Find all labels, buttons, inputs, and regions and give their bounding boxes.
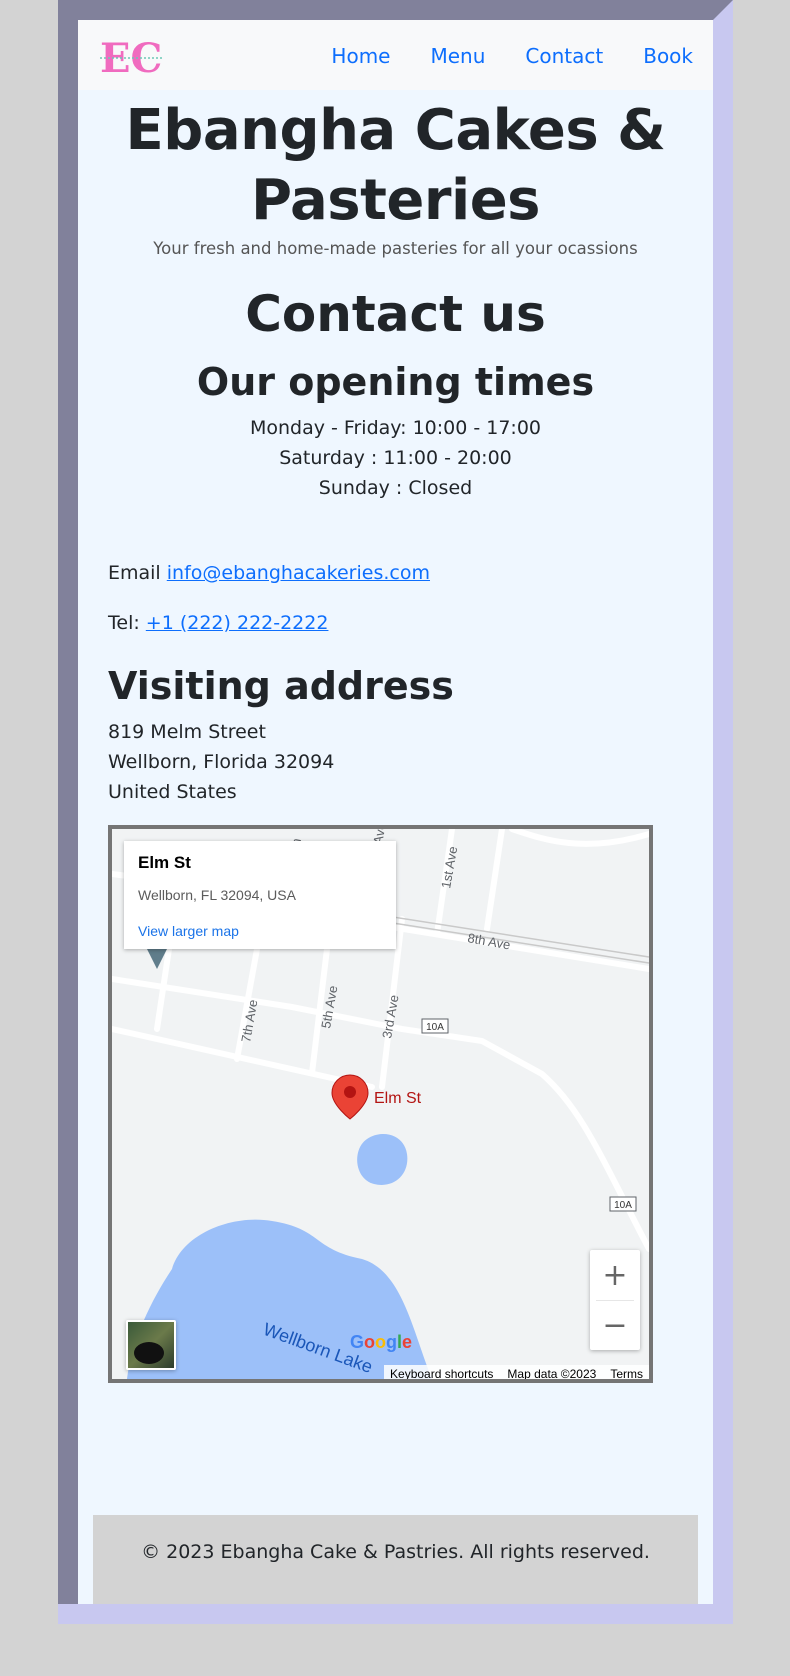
map-data-text: Map data ©2023 — [507, 1367, 597, 1381]
map-info-card: Elm St Wellborn, FL 32094, USA View larg… — [124, 841, 396, 949]
navbar: EC Home Menu Contact Book — [78, 20, 713, 90]
view-larger-map-link[interactable]: View larger map — [138, 923, 239, 939]
map-attribution: Keyboard shortcuts Map data ©2023 Terms — [384, 1365, 649, 1381]
google-letter-e: e — [402, 1332, 413, 1352]
tel-link[interactable]: +1 (222) 222-2222 — [146, 612, 329, 634]
nav-book-link[interactable]: Book — [643, 44, 693, 68]
map-embed[interactable]: 7th Ave 5th Ave 3rd Ave 1st Ave 8th Ave … — [108, 825, 653, 1383]
satellite-thumbnail-icon — [134, 1342, 164, 1364]
address-country: United States — [108, 781, 237, 803]
keyboard-shortcuts-link[interactable]: Keyboard shortcuts — [390, 1367, 493, 1379]
email-link[interactable]: info@ebanghacakeries.com — [167, 562, 430, 584]
frame-border-bottom — [58, 1604, 733, 1624]
footer-copyright: © 2023 Ebangha Cake & Pastries. All righ… — [141, 1541, 650, 1563]
nav-menu-link[interactable]: Menu — [430, 44, 485, 68]
pin-label: Elm St — [374, 1090, 422, 1107]
route-badge-10a-b: 10A — [609, 1196, 637, 1212]
opening-times-title: Our opening times — [196, 360, 595, 404]
address-street: 819 Melm Street — [108, 721, 266, 743]
logo-icon: EC — [100, 35, 164, 82]
address-city: Wellborn, Florida 32094 — [108, 751, 335, 773]
pond-shape — [357, 1134, 408, 1185]
route-badge-10a-a: 10A — [421, 1018, 449, 1034]
google-logo: Google — [350, 1332, 412, 1353]
google-letter-o2: o — [375, 1332, 387, 1352]
nav-contact-link[interactable]: Contact — [525, 44, 603, 68]
email-row: Email info@ebanghacakeries.com — [108, 560, 430, 586]
google-letter-g2: g — [386, 1332, 398, 1352]
frame-corner — [713, 0, 733, 20]
hours-saturday: Saturday : 11:00 - 20:00 — [279, 447, 512, 469]
tel-row: Tel: +1 (222) 222-2222 — [108, 610, 328, 636]
svg-text:10A: 10A — [614, 1200, 632, 1211]
visiting-address-title: Visiting address — [108, 664, 454, 708]
zoom-out-button[interactable]: − — [590, 1300, 640, 1350]
terms-link[interactable]: Terms — [610, 1367, 643, 1379]
google-letter-o1: o — [364, 1332, 376, 1352]
logo[interactable]: EC — [96, 34, 166, 82]
map-card-title: Elm St — [138, 853, 191, 872]
hours-weekdays: Monday - Friday: 10:00 - 17:00 — [249, 417, 542, 439]
google-letter-g: G — [350, 1332, 365, 1352]
frame-border-left — [58, 0, 78, 1624]
hours-sunday: Sunday : Closed — [318, 477, 473, 499]
tagline: Your fresh and home-made pasteries for a… — [153, 239, 638, 258]
page-container: EC Home Menu Contact Book Ebangha Cakes … — [78, 20, 713, 1604]
address-block: 819 Melm Street Wellborn, Florida 32094 … — [108, 717, 334, 807]
svg-text:10A: 10A — [426, 1022, 444, 1033]
frame-border-right — [713, 0, 733, 1624]
email-label: Email — [108, 562, 161, 584]
contact-title: Contact us — [245, 285, 546, 343]
tel-label: Tel: — [108, 612, 140, 634]
zoom-in-button[interactable]: + — [590, 1250, 640, 1300]
map-card-address: Wellborn, FL 32094, USA — [138, 887, 296, 903]
site-title: Ebangha Cakes & Pasteries — [125, 98, 666, 233]
svg-text:EC: EC — [100, 35, 162, 78]
opening-hours: Monday - Friday: 10:00 - 17:00 Saturday … — [78, 413, 713, 503]
nav-home-link[interactable]: Home — [331, 44, 390, 68]
satellite-toggle-button[interactable] — [126, 1320, 176, 1370]
zoom-controls: + − — [590, 1250, 640, 1350]
nav-links: Home Menu Contact Book — [291, 44, 693, 68]
footer: © 2023 Ebangha Cake & Pastries. All righ… — [93, 1515, 698, 1604]
frame-border-top — [58, 0, 733, 20]
